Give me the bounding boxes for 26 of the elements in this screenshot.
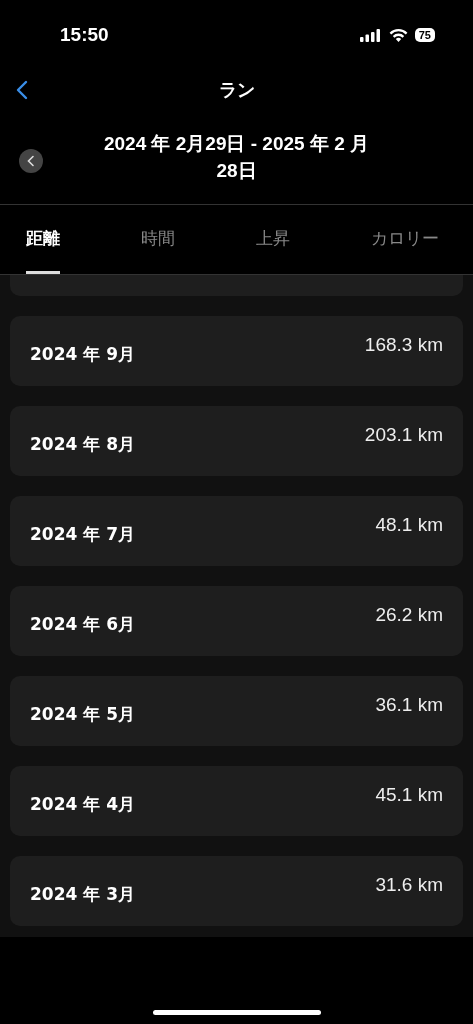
chevron-left-icon [27, 155, 35, 167]
distance-value: 168.3 km [364, 334, 443, 356]
previous-period-button[interactable] [19, 149, 43, 173]
distance-value: 36.1 km [375, 694, 443, 716]
distance-value: 48.1 km [375, 514, 443, 536]
page-title: ラン [218, 78, 255, 102]
status-time: 15:50 [60, 24, 109, 46]
tab[interactable]: カロリー [371, 205, 439, 274]
distance-value: 31.6 km [375, 874, 443, 896]
battery-indicator: 75 [414, 28, 435, 42]
month-label: 2024 年 4月 [30, 792, 135, 816]
distance-value: 203.1 km [364, 424, 443, 446]
month-label: 2024 年 8月 [30, 432, 135, 456]
date-range: 2024 年 2月29日 - 2025 年 2 月28日 [102, 132, 371, 183]
month-label: 2024 年 3月 [30, 882, 135, 906]
month-label: 2024 年 5月 [30, 702, 135, 726]
distance-value: 45.1 km [375, 784, 443, 806]
tab[interactable]: 時間 [141, 205, 175, 274]
month-label: 2024 年 9月 [30, 342, 135, 366]
back-icon[interactable] [16, 80, 28, 100]
month-label: 2024 年 6月 [30, 612, 135, 636]
distance-value: 26.2 km [375, 604, 443, 626]
signal-icon [359, 28, 382, 42]
wifi-icon [388, 28, 408, 42]
tab[interactable]: 上昇 [256, 205, 290, 274]
month-label: 2024 年 7月 [30, 522, 135, 546]
